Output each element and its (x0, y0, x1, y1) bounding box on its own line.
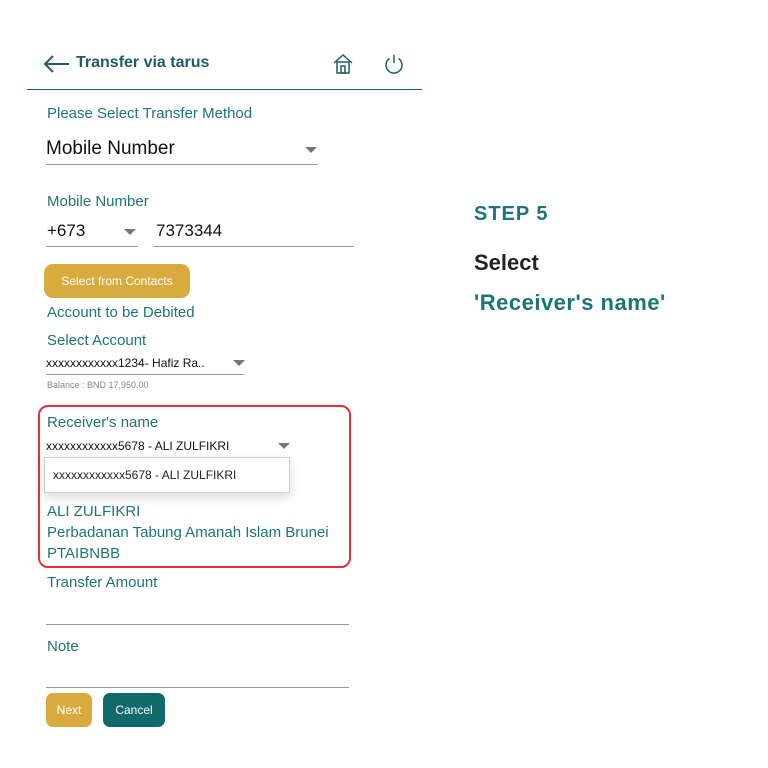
account-dropdown-icon[interactable] (233, 360, 245, 366)
receiver-option[interactable]: xxxxxxxxxxxx5678 - ALI ZULFIKRI (53, 468, 236, 482)
receiver-dropdown-popup: xxxxxxxxxxxx5678 - ALI ZULFIKRI (44, 457, 290, 493)
transfer-amount-input[interactable] (46, 624, 349, 625)
receiver-full-name: ALI ZULFIKRI (47, 503, 141, 520)
phone-screen: Transfer via tarus Please Select Transfe… (0, 0, 430, 768)
note-input[interactable] (46, 687, 349, 688)
transfer-amount-label: Transfer Amount (47, 574, 158, 591)
mobile-number-label: Mobile Number (47, 193, 149, 210)
country-code-underline (46, 246, 138, 247)
account-debited-label: Account to be Debited (47, 304, 195, 321)
step-target: 'Receiver's name' (474, 290, 666, 315)
country-code-select[interactable]: +673 (47, 221, 85, 241)
receiver-bank-code: PTAIBNBB (47, 545, 121, 562)
receiver-name-select[interactable]: xxxxxxxxxxxx5678 - ALI ZULFIKRI (46, 439, 229, 453)
receiver-name-label: Receiver's name (47, 414, 159, 431)
step-number: STEP 5 (474, 203, 549, 225)
note-label: Note (47, 638, 79, 655)
receiver-dropdown-icon[interactable] (278, 443, 290, 449)
transfer-method-select[interactable]: Mobile Number (46, 138, 175, 160)
select-account-label: Select Account (47, 332, 147, 349)
mobile-number-underline (153, 246, 354, 247)
method-underline (46, 164, 318, 165)
cancel-button[interactable]: Cancel (103, 693, 165, 727)
home-icon[interactable] (332, 53, 354, 75)
power-icon[interactable] (383, 53, 405, 75)
app-header: Transfer via tarus (27, 50, 422, 90)
back-arrow-icon[interactable] (43, 54, 71, 74)
method-dropdown-icon[interactable] (305, 147, 317, 153)
mobile-number-input[interactable]: 7373344 (156, 221, 222, 241)
account-select[interactable]: xxxxxxxxxxxx1234- Hafiz Ra.. (46, 356, 205, 370)
page-title: Transfer via tarus (76, 54, 210, 71)
select-from-contacts-button[interactable]: Select from Contacts (44, 264, 190, 298)
receiver-bank-name: Perbadanan Tabung Amanah Islam Brunei (47, 524, 329, 541)
balance-text: Balance : BND 17,950.00 (47, 380, 149, 390)
step-action: Select (474, 250, 539, 275)
transfer-method-label: Please Select Transfer Method (47, 105, 253, 122)
country-code-dropdown-icon[interactable] (124, 229, 136, 235)
next-button[interactable]: Next (46, 693, 92, 727)
account-underline (46, 374, 244, 375)
